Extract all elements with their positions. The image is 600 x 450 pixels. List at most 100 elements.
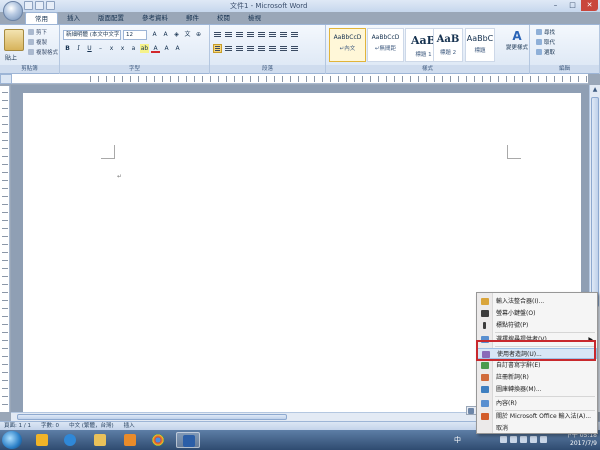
tab-insert[interactable]: 插入 — [58, 12, 89, 24]
enclose-char-icon[interactable]: ⊕ — [194, 30, 203, 39]
paste-button[interactable]: 貼上 — [5, 53, 17, 62]
taskbar-app[interactable] — [58, 432, 82, 448]
menu-item-about[interactable]: 關於 Microsoft Office 輸入法(A)... — [477, 411, 597, 422]
menu-item-properties[interactable]: 內容(R) — [477, 398, 597, 409]
italic-icon[interactable]: I — [74, 44, 83, 53]
multilevel-list-icon[interactable] — [235, 30, 244, 39]
close-button[interactable]: ✕ — [581, 0, 598, 11]
taskbar-app[interactable] — [118, 432, 142, 448]
horizontal-ruler[interactable] — [12, 74, 588, 84]
style-title[interactable]: AaBbC 標題 — [465, 28, 495, 62]
style-normal[interactable]: AaBbCcD ↵內文 — [329, 28, 366, 62]
taskbar-app[interactable] — [30, 432, 54, 448]
taskbar-app[interactable] — [146, 432, 170, 448]
tab-home[interactable]: 常用 — [25, 12, 58, 24]
underline-icon[interactable]: U — [85, 44, 94, 53]
hscroll-thumb[interactable] — [17, 414, 287, 420]
find-button[interactable]: 尋找 — [536, 28, 555, 36]
bold-icon[interactable]: B — [63, 44, 72, 53]
font-color-icon[interactable]: A — [151, 44, 160, 53]
paste-icon[interactable] — [4, 29, 24, 51]
cut-button[interactable]: 剪下 — [28, 28, 47, 36]
taskbar-app[interactable] — [88, 432, 112, 448]
chrome-icon — [152, 434, 164, 446]
sort-icon[interactable] — [279, 30, 288, 39]
tab-mailings[interactable]: 郵件 — [177, 12, 208, 24]
copy-button[interactable]: 複製 — [28, 38, 47, 46]
style-no-spacing[interactable]: AaBbCcD ↵無間距 — [367, 28, 404, 62]
ime-icon[interactable] — [468, 408, 474, 414]
scroll-thumb[interactable] — [591, 97, 599, 307]
taskbar-app-word[interactable] — [176, 432, 200, 448]
tab-selector[interactable] — [0, 74, 12, 84]
char-shading-icon[interactable]: A — [162, 44, 171, 53]
insert-mode[interactable]: 插入 — [124, 422, 135, 430]
justify-icon[interactable] — [246, 44, 255, 53]
scroll-up-icon[interactable]: ▲ — [590, 85, 600, 95]
align-left-icon[interactable] — [213, 44, 222, 53]
font-size-box[interactable]: 12 — [123, 30, 147, 40]
style-name: 標題 — [474, 48, 486, 54]
shading-icon[interactable] — [279, 44, 288, 53]
change-styles-button[interactable]: A 變更樣式 — [506, 29, 528, 51]
minimize-button[interactable]: – — [547, 0, 564, 11]
tab-view[interactable]: 檢視 — [239, 12, 270, 24]
shrink-font-icon[interactable]: A — [161, 30, 170, 39]
font-name-box[interactable]: 新細明體 (本文中文字 — [63, 30, 121, 40]
clear-format-icon[interactable]: ◈ — [172, 30, 181, 39]
page-count[interactable]: 頁面: 1 / 1 — [4, 422, 31, 430]
menu-separator — [495, 332, 595, 333]
input-language-indicator[interactable]: 中 — [454, 435, 461, 445]
char-border-icon[interactable]: A — [173, 44, 182, 53]
vertical-ruler[interactable] — [0, 86, 10, 412]
menu-item-register-word[interactable]: 註冊新詞(R) — [477, 372, 597, 383]
tray-icon[interactable] — [540, 436, 547, 443]
tab-page-layout[interactable]: 版面配置 — [89, 12, 133, 24]
language-status[interactable]: 中文 (繁體，台灣) — [69, 422, 114, 430]
numbering-icon[interactable] — [224, 30, 233, 39]
highlight-annotation-box — [476, 340, 596, 361]
maximize-button[interactable]: □ — [564, 0, 581, 11]
change-case-icon[interactable]: a — [129, 44, 138, 53]
menu-item-cancel[interactable]: 取消 — [477, 423, 597, 434]
menu-item-punctuation[interactable]: 標點符號(P) — [477, 320, 597, 331]
decrease-indent-icon[interactable] — [246, 30, 255, 39]
start-button[interactable] — [2, 431, 22, 449]
tab-review[interactable]: 校閱 — [208, 12, 239, 24]
save-icon[interactable] — [24, 1, 33, 10]
tray-icon[interactable] — [510, 436, 517, 443]
office-button[interactable] — [3, 1, 23, 21]
distributed-icon[interactable] — [257, 44, 266, 53]
bullets-icon[interactable] — [213, 30, 222, 39]
redo-icon[interactable] — [46, 1, 55, 10]
clock[interactable]: 下午 05:18 2017/7/9 — [555, 432, 597, 448]
menu-item-dictionary-converter[interactable]: 圖庫轉換器(M)... — [477, 384, 597, 395]
grow-font-icon[interactable]: A — [150, 30, 159, 39]
line-spacing-icon[interactable] — [268, 44, 277, 53]
highlight-icon[interactable]: ab — [140, 44, 149, 53]
menu-item-custom-words[interactable]: 自訂書寫字辭(E) — [477, 360, 597, 371]
align-right-icon[interactable] — [235, 44, 244, 53]
undo-icon[interactable] — [35, 1, 44, 10]
menu-item-label: 螢幕小鍵盤(O) — [496, 310, 536, 317]
format-painter-button[interactable]: 複製格式 — [28, 48, 58, 56]
strikethrough-icon[interactable]: – — [96, 44, 105, 53]
style-heading-2[interactable]: AaB 標題 2 — [433, 28, 463, 62]
replace-button[interactable]: 取代 — [536, 38, 555, 46]
superscript-icon[interactable]: x — [118, 44, 127, 53]
align-center-icon[interactable] — [224, 44, 233, 53]
borders-icon[interactable] — [290, 44, 299, 53]
select-button[interactable]: 選取 — [536, 48, 555, 56]
word-count[interactable]: 字數: 0 — [41, 422, 59, 430]
menu-item-onscreen-keyboard[interactable]: 螢幕小鍵盤(O) — [477, 308, 597, 319]
increase-indent-icon[interactable] — [257, 30, 266, 39]
chinese-layout-icon[interactable] — [268, 30, 277, 39]
tab-references[interactable]: 參考資料 — [133, 12, 177, 24]
subscript-icon[interactable]: x — [107, 44, 116, 53]
menu-item-ime-integrator[interactable]: 輸入法整合器(I)... — [477, 296, 597, 307]
tray-icon[interactable] — [520, 436, 527, 443]
show-marks-icon[interactable] — [290, 30, 299, 39]
tray-icon[interactable] — [500, 436, 507, 443]
tray-icon[interactable] — [530, 436, 537, 443]
phonetic-guide-icon[interactable]: 文 — [183, 30, 192, 39]
